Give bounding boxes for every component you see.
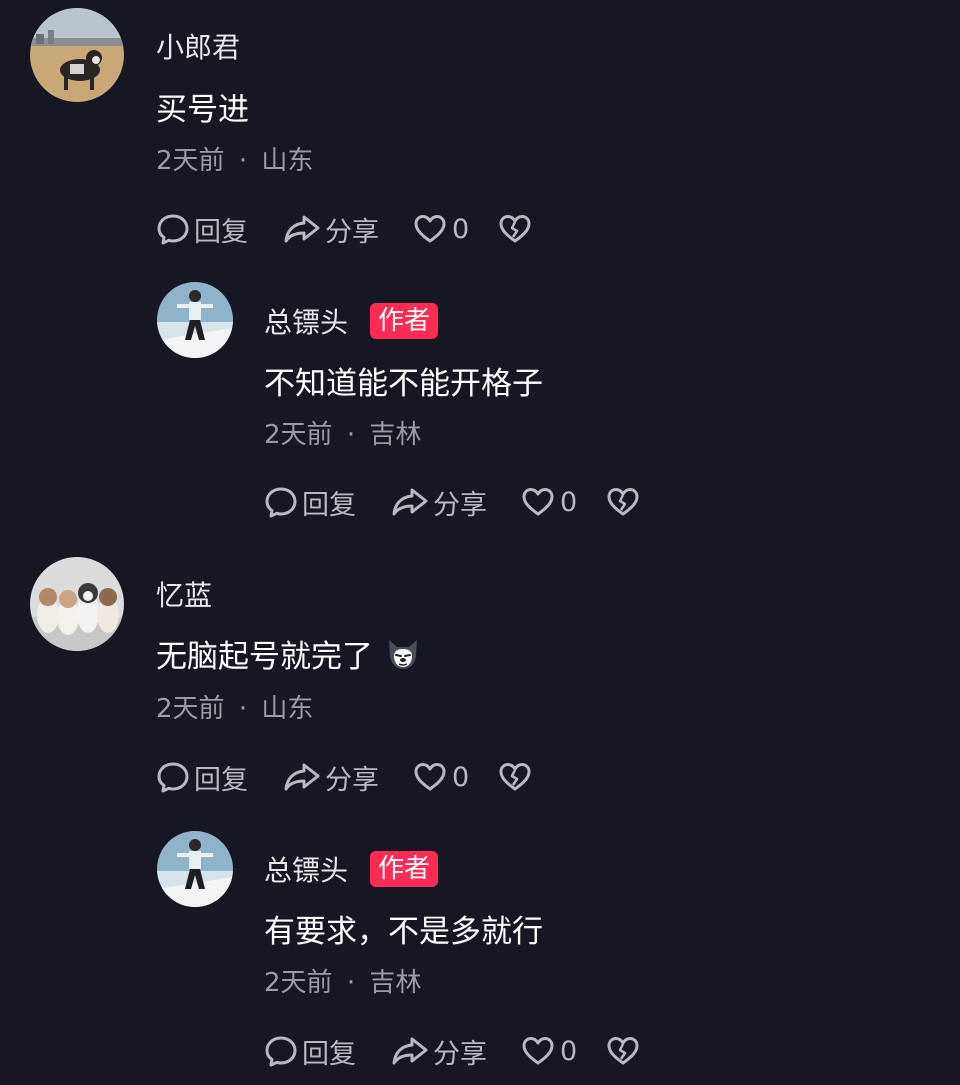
like-button[interactable]: 0 (522, 487, 607, 518)
comment-time: 2天前 (156, 694, 225, 724)
share-button[interactable]: 分享 (391, 1032, 522, 1071)
avatar[interactable] (30, 557, 124, 651)
like-count: 0 (560, 1035, 578, 1067)
author-badge: 作者 (370, 851, 439, 887)
username[interactable]: 总镖头 (264, 301, 348, 341)
share-button[interactable]: 分享 (283, 210, 414, 249)
heart-icon (414, 762, 446, 792)
reply-label: 回复 (302, 489, 356, 521)
broken-heart-icon (499, 214, 531, 244)
comment-location: 吉林 (369, 968, 422, 998)
comment-text-content: 无脑起号就完了 (156, 639, 373, 675)
comment-bubble-icon (156, 212, 190, 246)
avatar[interactable] (30, 8, 124, 102)
comment-text: 不知道能不能开格子 (264, 358, 543, 403)
reply-button[interactable]: 回复 (156, 758, 283, 797)
reply-header: 总镖头 作者 (264, 849, 439, 889)
username[interactable]: 总镖头 (264, 849, 348, 889)
comment-actions: 回复 分享 0 (156, 209, 531, 249)
broken-heart-icon (607, 487, 639, 517)
comment-meta: 2天前 · 山东 (156, 140, 313, 177)
reply-item: 总镖头 作者 有要求，不是多就行 2天前 · 吉林 回复 分享 0 (157, 831, 927, 1081)
comment-meta: 2天前 · 山东 (156, 688, 313, 725)
reply-button[interactable]: 回复 (264, 1032, 391, 1071)
comment-time: 2天前 (156, 146, 225, 176)
share-label: 分享 (433, 1038, 487, 1070)
like-button[interactable]: 0 (522, 1036, 607, 1067)
like-button[interactable]: 0 (414, 762, 499, 793)
heart-icon (414, 214, 446, 244)
share-label: 分享 (325, 216, 379, 248)
like-count: 0 (452, 213, 470, 245)
reply-header: 总镖头 作者 (264, 301, 439, 341)
comment-bubble-icon (264, 485, 298, 519)
comment-bubble-icon (264, 1034, 298, 1068)
husky-emoji-icon (385, 636, 421, 672)
reply-button[interactable]: 回复 (264, 483, 391, 522)
comment-location: 山东 (261, 146, 314, 176)
broken-heart-icon (499, 762, 531, 792)
share-button[interactable]: 分享 (283, 758, 414, 797)
comment-text: 无脑起号就完了 (156, 631, 421, 676)
comment-text-content: 不知道能不能开格子 (264, 366, 543, 402)
comment-item: 小郎君 买号进 2天前 · 山东 回复 分享 0 (30, 8, 930, 268)
comment-header: 小郎君 (156, 26, 240, 66)
heart-icon (522, 1036, 554, 1066)
reply-label: 回复 (194, 216, 248, 248)
comment-item: 忆蓝 无脑起号就完了 2天前 · 山东 回复 分享 0 (30, 557, 930, 817)
like-count: 0 (452, 761, 470, 793)
share-arrow-icon (391, 485, 429, 519)
share-label: 分享 (433, 489, 487, 521)
comment-actions: 回复 分享 0 (264, 482, 639, 522)
avatar[interactable] (157, 831, 233, 907)
comment-bubble-icon (156, 760, 190, 794)
author-badge: 作者 (370, 303, 439, 339)
like-count: 0 (560, 486, 578, 518)
reply-item: 总镖头 作者 不知道能不能开格子 2天前 · 吉林 回复 分享 0 (157, 282, 927, 532)
reply-label: 回复 (194, 764, 248, 796)
comment-header: 忆蓝 (156, 574, 212, 614)
comment-location: 吉林 (369, 420, 422, 450)
dislike-button[interactable] (607, 1036, 639, 1066)
meta-separator: · (346, 968, 356, 998)
dislike-button[interactable] (499, 214, 531, 244)
meta-separator: · (238, 694, 248, 724)
broken-heart-icon (607, 1036, 639, 1066)
comment-meta: 2天前 · 吉林 (264, 414, 421, 451)
comment-text: 有要求，不是多就行 (264, 906, 543, 951)
comment-actions: 回复 分享 0 (264, 1031, 639, 1071)
share-arrow-icon (283, 760, 321, 794)
heart-icon (522, 487, 554, 517)
reply-label: 回复 (302, 1038, 356, 1070)
share-arrow-icon (391, 1034, 429, 1068)
comment-actions: 回复 分享 0 (156, 757, 531, 797)
dislike-button[interactable] (607, 487, 639, 517)
comment-text-content: 买号进 (156, 92, 249, 128)
comment-text: 买号进 (156, 84, 249, 129)
dislike-button[interactable] (499, 762, 531, 792)
share-arrow-icon (283, 212, 321, 246)
username[interactable]: 小郎君 (156, 26, 240, 66)
share-label: 分享 (325, 764, 379, 796)
comment-time: 2天前 (264, 968, 333, 998)
comment-location: 山东 (261, 694, 314, 724)
avatar[interactable] (157, 282, 233, 358)
username[interactable]: 忆蓝 (156, 574, 212, 614)
comment-meta: 2天前 · 吉林 (264, 962, 421, 999)
share-button[interactable]: 分享 (391, 483, 522, 522)
reply-button[interactable]: 回复 (156, 210, 283, 249)
meta-separator: · (346, 420, 356, 450)
comment-text-content: 有要求，不是多就行 (264, 914, 543, 950)
comment-time: 2天前 (264, 420, 333, 450)
like-button[interactable]: 0 (414, 214, 499, 245)
meta-separator: · (238, 146, 248, 176)
